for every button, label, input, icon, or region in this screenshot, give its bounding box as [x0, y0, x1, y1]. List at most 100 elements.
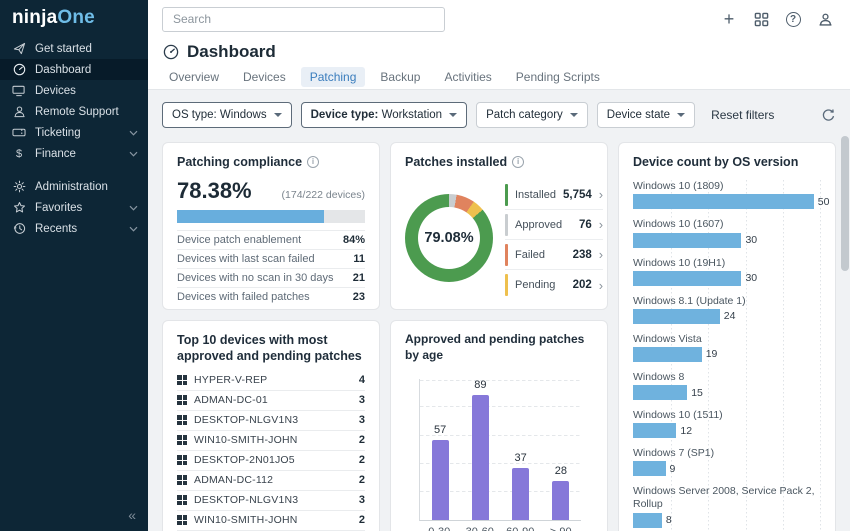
device-state-filter[interactable]: Device state — [596, 102, 696, 128]
os-bar-value: 15 — [691, 386, 703, 399]
sidebar-collapse-button[interactable]: « — [128, 507, 136, 523]
device-name: DESKTOP-NLGV1N3 — [194, 414, 299, 426]
apps-grid-icon[interactable] — [752, 10, 770, 28]
refresh-icon[interactable] — [821, 108, 836, 123]
os-type-filter[interactable]: OS type: Windows — [162, 102, 292, 128]
stat-label: Device patch enablement — [177, 234, 302, 247]
legend-row-failed[interactable]: Failed 238 › — [505, 240, 604, 271]
legend-row-installed[interactable]: Installed 5,754 › — [505, 180, 604, 211]
page-scrollbar[interactable] — [841, 136, 849, 520]
device-row[interactable]: ADMAN-DC-01 3 — [177, 391, 365, 411]
compliance-stat-row: Devices with failed patches 23 — [177, 287, 365, 306]
os-name-label: Windows 10 (1511) — [633, 409, 723, 421]
os-name-label: Windows 10 (1607) — [633, 218, 724, 231]
age-chart-categories: 0-30 30-60 60-90 > 90 — [419, 526, 581, 531]
dashboard-content: OS type: Windows Device type: Workstatio… — [148, 90, 850, 531]
os-name-label: Windows Server 2008, Service Pack 2, Rol… — [633, 485, 815, 511]
os-bar — [633, 232, 742, 248]
os-version-title: Device count by OS version — [633, 155, 799, 169]
reset-filters-button[interactable]: Reset filters — [711, 108, 774, 122]
tab-activities[interactable]: Activities — [435, 67, 500, 87]
windows-logo-icon — [177, 475, 187, 485]
device-row[interactable]: ADMAN-DC-112 2 — [177, 471, 365, 491]
tab-pending-scripts[interactable]: Pending Scripts — [507, 67, 609, 87]
monitor-icon — [12, 84, 26, 98]
ninjaone-logo[interactable]: ninjaOne — [0, 0, 148, 38]
device-patch-count: 2 — [358, 474, 365, 486]
device-patch-count: 3 — [358, 494, 365, 506]
scrollbar-thumb[interactable] — [841, 136, 849, 271]
os-bar-entry: Windows 10 (19H1) 30 — [633, 257, 821, 286]
tab-patching[interactable]: Patching — [300, 67, 366, 87]
tab-devices[interactable]: Devices — [234, 67, 295, 87]
sidebar-item-label: Favorites — [35, 201, 83, 214]
compliance-progress-fill — [177, 210, 325, 224]
caret-down-icon — [677, 113, 686, 117]
os-bar-value: 8 — [665, 514, 672, 526]
sidebar-item-administration[interactable]: Administration — [0, 176, 148, 197]
legend-value: 202 — [572, 279, 592, 292]
sidebar-item-recents[interactable]: Recents — [0, 218, 148, 239]
windows-logo-icon — [177, 435, 187, 445]
os-name-label: Windows 7 (SP1) — [633, 447, 715, 460]
x-tick-label: 30-60 — [460, 526, 500, 531]
page-header: Dashboard — [148, 38, 850, 65]
device-type-filter-label: Device type: — [310, 109, 379, 121]
device-row[interactable]: WIN10-SMITH-JOHN 2 — [177, 511, 365, 531]
bar-value-label: 57 — [434, 423, 447, 436]
star-icon — [12, 201, 26, 215]
top-devices-widget: Top 10 devices with most approved and pe… — [162, 320, 380, 531]
sidebar-item-remote-support[interactable]: Remote Support — [0, 101, 148, 122]
age-chart-plot: 57 89 37 28 — [419, 379, 581, 522]
stat-label: Devices with last scan failed — [177, 253, 315, 266]
device-name: DESKTOP-2N01JO5 — [194, 454, 295, 466]
patches-donut-chart: 79.08% — [405, 194, 493, 283]
chevron-right-icon: › — [598, 217, 604, 233]
search-input[interactable] — [162, 6, 445, 32]
sidebar-item-favorites[interactable]: Favorites — [0, 197, 148, 218]
info-icon[interactable]: i — [512, 156, 525, 169]
info-icon[interactable]: i — [307, 156, 320, 169]
windows-logo-icon — [177, 455, 187, 465]
gear-icon — [12, 180, 26, 194]
sidebar-item-dashboard[interactable]: Dashboard — [0, 59, 148, 80]
compliance-stat-list: Device patch enablement 84% Devices with… — [177, 230, 365, 306]
tab-overview[interactable]: Overview — [160, 67, 228, 87]
tab-backup[interactable]: Backup — [371, 67, 429, 87]
legend-color-bar — [505, 183, 508, 206]
legend-row-approved[interactable]: Approved 76 › — [505, 210, 604, 241]
device-row[interactable]: HYPER-V-REP 4 — [177, 371, 365, 391]
add-icon[interactable]: + — [720, 10, 738, 28]
sidebar-item-finance[interactable]: $ Finance — [0, 143, 148, 164]
legend-row-pending[interactable]: Pending 202 › — [505, 270, 603, 300]
sidebar-item-ticketing[interactable]: Ticketing — [0, 122, 148, 143]
device-row[interactable]: WIN10-SMITH-JOHN 2 — [177, 431, 365, 451]
device-patch-count: 2 — [358, 434, 365, 446]
patches-installed-widget: Patches installed i 79.08% Installed 5,7… — [390, 142, 608, 310]
os-name-label: Windows 10 (1809) — [633, 180, 724, 193]
device-row[interactable]: DESKTOP-NLGV1N3 3 — [177, 411, 365, 431]
sidebar-item-label: Finance — [35, 147, 76, 160]
device-patch-count: 3 — [358, 414, 365, 426]
sidebar: ninjaOne Get started Dashboard Devices R — [0, 0, 148, 531]
os-bar — [633, 423, 677, 439]
device-row[interactable]: DESKTOP-NLGV1N3 3 — [177, 491, 365, 511]
legend-color-bar — [505, 243, 508, 266]
sidebar-item-label: Remote Support — [35, 105, 119, 118]
user-profile-icon[interactable] — [816, 10, 834, 28]
os-bar — [633, 194, 814, 210]
top-devices-title: Top 10 devices with most approved and pe… — [177, 333, 362, 364]
topbar: + ? — [148, 0, 850, 38]
grid-column-3: Device count by OS version Windows 10 (1… — [618, 142, 836, 531]
windows-logo-icon — [177, 415, 187, 425]
patch-category-filter[interactable]: Patch category — [476, 102, 588, 128]
device-type-filter-text: Device type: Workstation — [311, 109, 442, 121]
sidebar-item-get-started[interactable]: Get started — [0, 38, 148, 59]
help-icon[interactable]: ? — [784, 10, 802, 28]
sidebar-item-devices[interactable]: Devices — [0, 80, 148, 101]
device-row[interactable]: DESKTOP-2N01JO5 2 — [177, 451, 365, 471]
os-name-label: Windows 10 (19H1) — [633, 256, 726, 269]
rocket-icon — [12, 42, 26, 56]
os-bar-entry: Windows Vista 19 — [633, 333, 821, 362]
device-type-filter[interactable]: Device type: Workstation — [300, 102, 468, 128]
